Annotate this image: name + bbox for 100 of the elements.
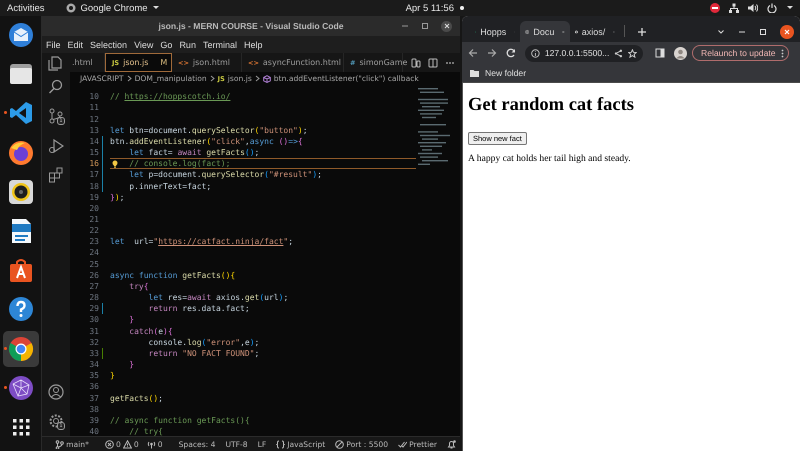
avatar-icon[interactable] xyxy=(674,46,687,60)
line-number: 32 xyxy=(88,336,99,348)
browser-icon xyxy=(66,3,76,13)
browser-tab[interactable]: Docu xyxy=(520,21,570,42)
cube-icon xyxy=(262,74,271,82)
code-line: // async function getFacts(){ xyxy=(110,414,251,426)
double-check-icon xyxy=(398,440,408,448)
line-number: 23 xyxy=(88,236,99,248)
window-title: json.js - MERN COURSE - Visual Studio Code xyxy=(158,21,344,31)
code-line: catch(e){ xyxy=(128,326,174,337)
menu-item[interactable]: Edit xyxy=(68,40,84,50)
network-icon[interactable] xyxy=(729,3,739,13)
code-line: } xyxy=(128,359,136,370)
new-tab-icon[interactable] xyxy=(637,27,647,37)
line-number: 14 xyxy=(88,136,99,148)
reload-icon[interactable] xyxy=(506,48,516,58)
activities-button[interactable]: Activities xyxy=(7,2,44,14)
code-line: // try{ xyxy=(128,426,164,438)
blocked-icon xyxy=(335,440,344,448)
page-heading: Get random cat facts xyxy=(468,95,635,116)
line-number: 36 xyxy=(88,381,99,393)
files-icon[interactable] xyxy=(48,54,64,70)
run-debug-icon[interactable] xyxy=(48,138,64,154)
star-icon[interactable] xyxy=(628,48,637,58)
menu-item[interactable]: File xyxy=(46,40,61,50)
search-icon[interactable] xyxy=(48,78,64,95)
line-number: 26 xyxy=(88,270,99,281)
share-icon[interactable] xyxy=(614,48,624,58)
code-line: return "NO FACT FOUND"; xyxy=(148,348,260,360)
code-line: let res=await axios.get(url); xyxy=(148,292,290,304)
app-menu[interactable]: Google Chrome xyxy=(66,2,160,14)
branch-icon xyxy=(55,440,64,448)
line-number: 30 xyxy=(88,314,99,326)
url-text[interactable]: 127.0.0.1:5500... xyxy=(544,48,610,58)
close-button[interactable] xyxy=(780,24,794,38)
code-line: }); xyxy=(110,192,126,203)
power-icon[interactable] xyxy=(767,3,777,13)
do-not-disturb-icon[interactable] xyxy=(710,3,720,13)
close-button[interactable] xyxy=(441,20,452,32)
menu-item[interactable]: View xyxy=(134,40,154,50)
code-editor-icon xyxy=(8,100,34,126)
help-icon xyxy=(8,296,34,322)
clock[interactable]: Apr 5 11:56 xyxy=(406,2,454,14)
code-line: console.log("error",e); xyxy=(148,336,260,348)
line-number: 10 xyxy=(88,91,99,102)
maximize-icon[interactable] xyxy=(421,22,430,30)
browser-icon xyxy=(8,140,34,166)
line-number: 11 xyxy=(88,102,99,114)
volume-icon[interactable] xyxy=(748,3,758,13)
line-number: 22 xyxy=(88,225,99,236)
address-bar[interactable]: 127.0.0.1:5500... xyxy=(525,44,643,62)
compare-icon[interactable] xyxy=(411,58,421,68)
menu-item[interactable]: Run xyxy=(179,40,196,50)
line-number: 20 xyxy=(88,202,99,214)
chevron-icon xyxy=(210,75,215,82)
back-icon[interactable] xyxy=(468,48,478,58)
account-icon[interactable] xyxy=(48,384,64,400)
source-control-icon[interactable] xyxy=(48,108,64,124)
browser-icon xyxy=(8,336,34,362)
line-number: 33 xyxy=(88,348,99,360)
line-number: 27 xyxy=(88,280,99,292)
bookmark-folder[interactable]: New folder xyxy=(470,68,526,78)
browser-tab[interactable]: Hopps xyxy=(470,21,520,42)
extensions-icon[interactable] xyxy=(48,167,64,184)
split-editor-icon[interactable] xyxy=(428,58,438,68)
info-icon[interactable] xyxy=(531,48,540,58)
side-panel-icon[interactable] xyxy=(655,48,665,58)
chevron-icon xyxy=(254,75,260,82)
line-number: 19 xyxy=(88,192,99,203)
line-number: 24 xyxy=(88,247,99,259)
line-number: 29 xyxy=(88,303,99,314)
code-line: } xyxy=(128,314,136,326)
line-number: 25 xyxy=(88,258,99,270)
more-icon xyxy=(780,48,784,58)
menu-item[interactable]: Help xyxy=(244,40,262,50)
line-number: 31 xyxy=(88,326,99,337)
dock-item[interactable] xyxy=(2,330,38,366)
fact-text: A happy cat holds her tail high and steady. xyxy=(468,153,632,164)
code-line: } xyxy=(110,370,116,382)
bell-icon[interactable] xyxy=(447,440,456,448)
code-line: let p=document.querySelector("#result"); xyxy=(128,169,323,181)
browser-tab[interactable]: axios/ xyxy=(570,21,620,42)
menu-item[interactable]: Terminal xyxy=(202,40,237,50)
shopping-bag-icon xyxy=(8,257,34,284)
mail-icon xyxy=(8,22,34,48)
menu-item[interactable]: Selection xyxy=(90,40,128,50)
speaker-icon xyxy=(8,178,34,205)
code-line: let fact= await getFacts(); xyxy=(128,147,260,158)
menu-item[interactable]: Go xyxy=(160,40,172,50)
line-number: 35 xyxy=(88,370,99,382)
network-globe-icon xyxy=(8,374,34,401)
lightbulb-icon[interactable] xyxy=(112,160,118,168)
caret-icon[interactable] xyxy=(786,4,794,12)
close-icon xyxy=(444,23,450,29)
settings-icon[interactable] xyxy=(48,413,64,430)
line-number: 40 xyxy=(88,426,99,438)
caret-icon[interactable] xyxy=(717,28,725,36)
code-line: p.innerText=fact; xyxy=(128,180,212,192)
forward-icon[interactable] xyxy=(487,48,497,58)
relaunch-button[interactable]: Relaunch to update xyxy=(692,45,789,61)
